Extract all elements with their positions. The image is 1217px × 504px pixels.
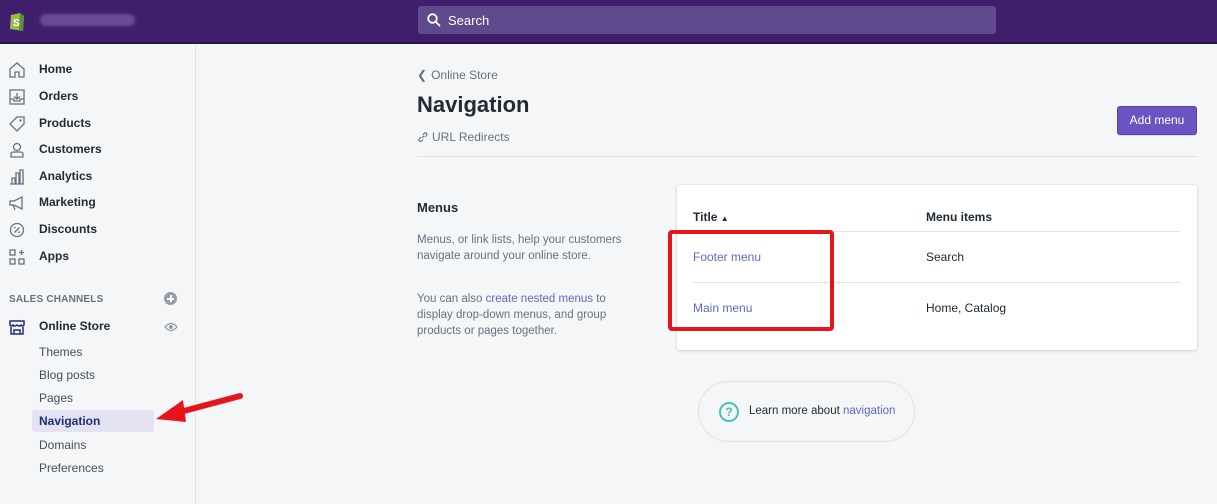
link-icon xyxy=(418,132,428,142)
column-header-menu-items: Menu items xyxy=(926,210,993,224)
breadcrumb-label: Online Store xyxy=(431,68,498,82)
sidebar-subitem-label: Domains xyxy=(39,438,87,452)
sidebar-item-label: Marketing xyxy=(39,195,96,209)
nested-prefix: You can also xyxy=(417,293,486,305)
orders-icon xyxy=(9,89,25,105)
column-header-title-label: Title xyxy=(693,210,718,224)
search-icon xyxy=(427,13,441,27)
menus-section-title: Menus xyxy=(417,200,459,215)
home-icon xyxy=(9,62,25,78)
sidebar-subitem-navigation[interactable]: Navigation xyxy=(32,410,154,432)
sidebar-subitem-label: Pages xyxy=(39,391,74,405)
menu-items-cell: Home, Catalog xyxy=(926,301,1007,315)
annotation-arrow xyxy=(156,393,243,422)
sidebar-item-label: Apps xyxy=(39,249,69,263)
sidebar: Home Orders Products Customers Analytics… xyxy=(0,44,196,504)
add-sales-channel-icon[interactable] xyxy=(164,292,177,305)
sidebar-item-apps[interactable]: Apps xyxy=(0,244,196,270)
sidebar-item-label: Customers xyxy=(39,142,102,156)
learn-more-text: Learn more about navigation xyxy=(749,405,895,417)
nested-menus-description: You can also create nested menus to disp… xyxy=(417,291,632,339)
apps-icon xyxy=(9,249,25,265)
sidebar-item-customers[interactable]: Customers xyxy=(0,137,196,163)
sidebar-subitem-themes[interactable]: Themes xyxy=(32,341,154,363)
search-input[interactable]: Search xyxy=(418,6,996,34)
shopify-logo-icon[interactable]: S xyxy=(8,10,26,32)
annotation-highlight-box xyxy=(668,230,834,331)
sidebar-item-orders[interactable]: Orders xyxy=(0,84,196,110)
add-menu-button[interactable]: Add menu xyxy=(1117,106,1197,135)
sidebar-item-label: Home xyxy=(39,62,73,76)
top-bar: S Search xyxy=(0,0,1217,42)
sidebar-subitem-blog-posts[interactable]: Blog posts xyxy=(32,364,154,386)
column-header-title[interactable]: Title ▲ xyxy=(693,210,729,224)
sidebar-item-analytics[interactable]: Analytics xyxy=(0,164,196,190)
megaphone-icon xyxy=(9,195,23,211)
sidebar-item-label: Online Store xyxy=(39,319,111,333)
chevron-left-icon: ❮ xyxy=(417,68,428,82)
bar-chart-icon xyxy=(10,169,24,185)
svg-text:S: S xyxy=(13,18,20,29)
learn-more-prefix: Learn more about xyxy=(749,405,843,417)
sidebar-subitem-label: Navigation xyxy=(39,414,101,428)
sidebar-item-label: Analytics xyxy=(39,169,93,183)
menus-description: Menus, or link lists, help your customer… xyxy=(417,234,622,262)
url-redirects-link[interactable]: URL Redirects xyxy=(417,130,510,144)
learn-more-callout: ? Learn more about navigation xyxy=(698,381,915,442)
person-icon xyxy=(10,142,24,158)
sidebar-subitem-label: Themes xyxy=(39,345,83,359)
store-icon xyxy=(9,320,25,335)
sidebar-subitem-label: Preferences xyxy=(39,461,104,475)
tag-icon xyxy=(9,116,25,132)
menu-items-cell: Search xyxy=(926,250,965,264)
store-name[interactable] xyxy=(40,14,135,26)
search-placeholder: Search xyxy=(448,13,490,28)
sidebar-subitem-preferences[interactable]: Preferences xyxy=(32,457,154,479)
sidebar-item-label: Products xyxy=(39,116,92,130)
header-divider xyxy=(417,156,1197,157)
sidebar-subitem-label: Blog posts xyxy=(39,368,96,382)
url-redirects-label: URL Redirects xyxy=(432,130,510,144)
help-icon: ? xyxy=(719,402,739,422)
navigation-help-link[interactable]: navigation xyxy=(843,405,895,417)
sidebar-item-discounts[interactable]: Discounts xyxy=(0,217,196,243)
sidebar-item-home[interactable]: Home xyxy=(0,57,196,83)
sidebar-subitem-domains[interactable]: Domains xyxy=(32,434,154,456)
sidebar-item-marketing[interactable]: Marketing xyxy=(0,190,196,216)
breadcrumb[interactable]: ❮ Online Store xyxy=(417,68,498,82)
sidebar-item-label: Orders xyxy=(39,89,79,103)
sidebar-item-products[interactable]: Products xyxy=(0,111,196,137)
discount-icon xyxy=(9,222,25,238)
sidebar-item-label: Discounts xyxy=(39,222,98,236)
page-title: Navigation xyxy=(417,92,530,117)
eye-icon[interactable] xyxy=(164,321,178,333)
create-nested-menus-link[interactable]: create nested menus xyxy=(486,293,593,305)
sidebar-subitem-pages[interactable]: Pages xyxy=(32,387,154,409)
sort-ascending-icon: ▲ xyxy=(720,214,729,223)
sales-channels-heading: SALES CHANNELS xyxy=(9,294,104,305)
